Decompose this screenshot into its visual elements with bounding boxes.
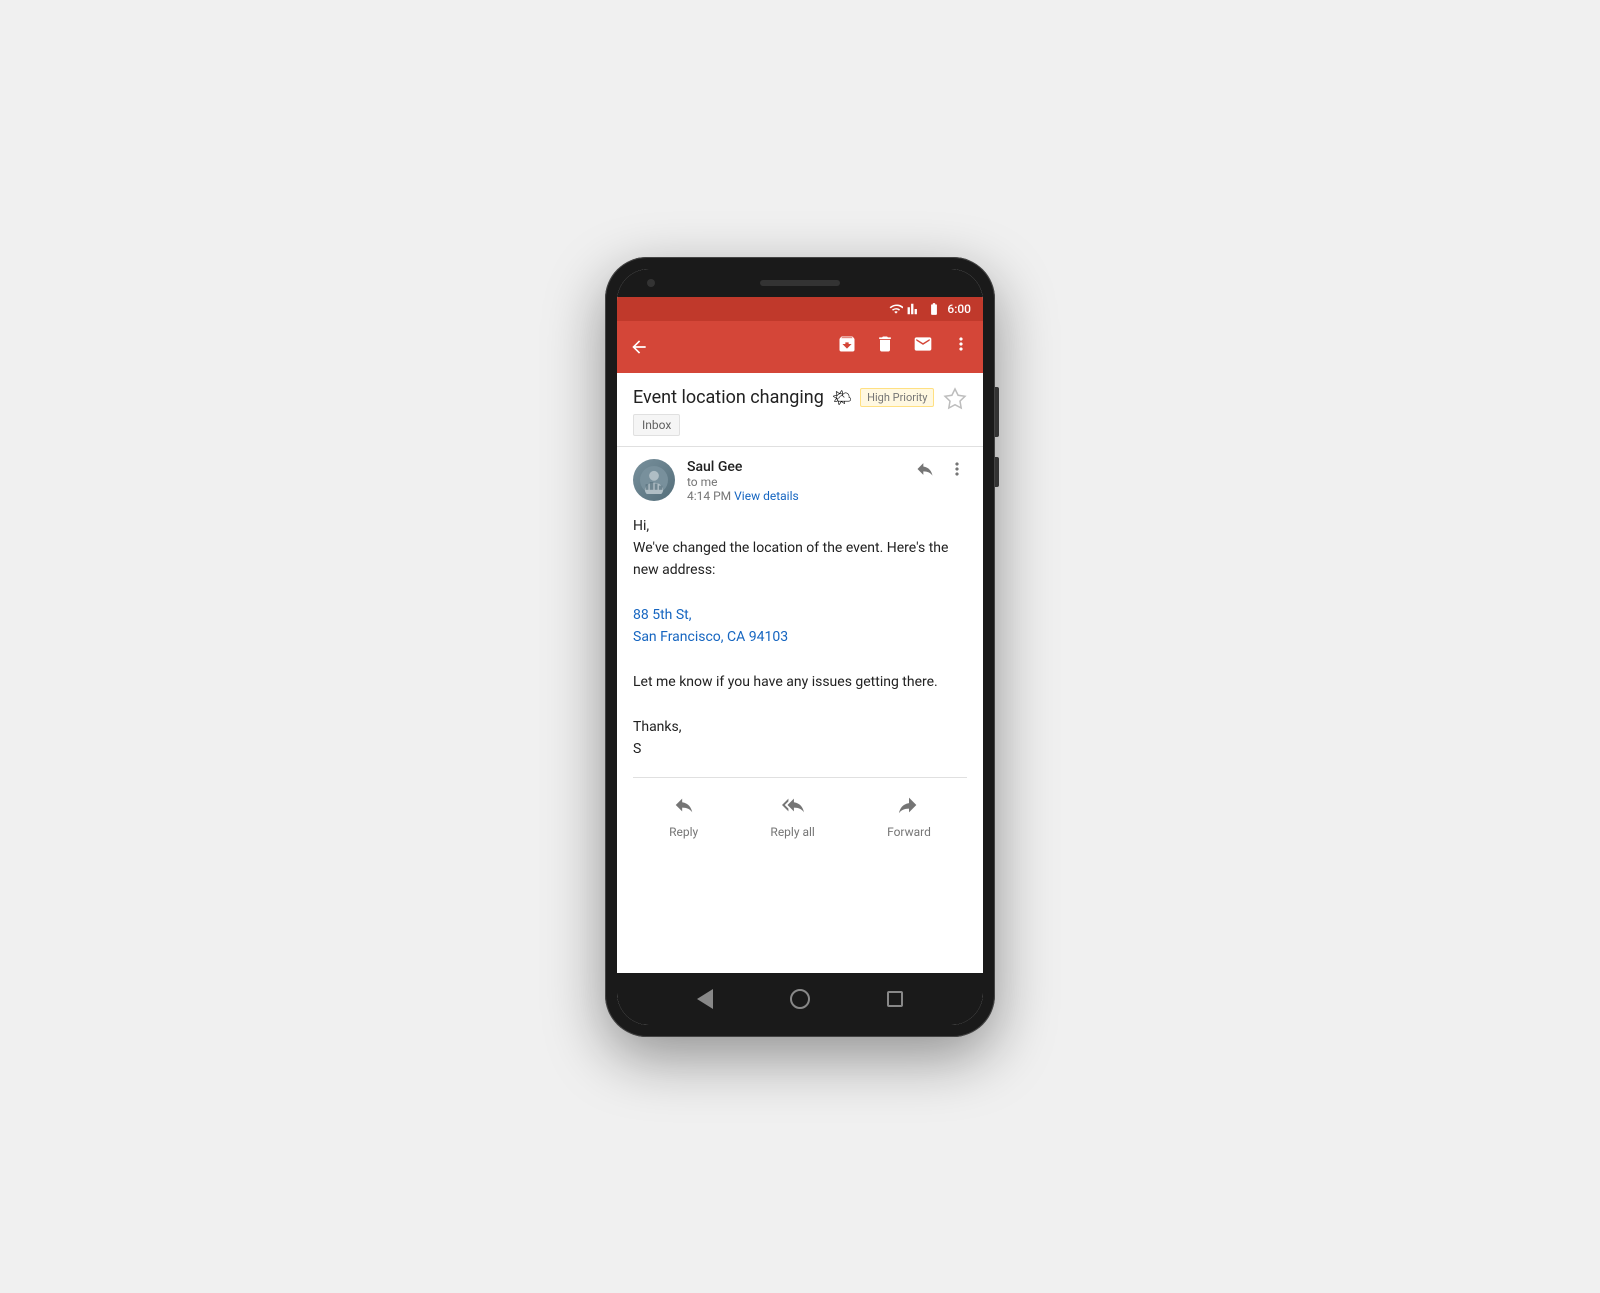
status-icons: 6:00 [889, 302, 971, 316]
sender-name: Saul Gee [687, 459, 903, 475]
phone-screen: 6:00 [617, 269, 983, 1025]
message-more-button[interactable] [947, 459, 967, 484]
reply-label: Reply [669, 825, 698, 839]
home-nav-icon [790, 989, 810, 1009]
battery-icon [925, 302, 943, 316]
email-title-area: Event location changing 🌤 High Priority … [633, 387, 943, 436]
view-details-link[interactable]: View details [734, 489, 799, 503]
inbox-badge: Inbox [633, 414, 680, 436]
message-header: Saul Gee to me 4:14 PM View details [633, 459, 967, 503]
phone-device: 6:00 [605, 257, 995, 1037]
phone-top-bar [617, 269, 983, 297]
camera-dot [647, 279, 655, 287]
email-subject: Event location changing [633, 387, 824, 408]
action-buttons: Reply Reply all [633, 778, 967, 859]
signal-icon [907, 302, 921, 316]
recents-nav-icon [887, 991, 903, 1007]
sender-to: to me [687, 475, 903, 489]
sender-info: Saul Gee to me 4:14 PM View details [687, 459, 903, 503]
address-line1[interactable]: 88 5th St, [633, 604, 967, 626]
reply-all-label: Reply all [770, 825, 814, 839]
forward-label: Forward [887, 825, 931, 839]
reply-all-button[interactable]: Reply all [754, 786, 830, 847]
email-body: Hi, We've changed the location of the ev… [633, 503, 967, 769]
high-priority-badge: High Priority [860, 388, 934, 407]
status-bar: 6:00 [617, 297, 983, 321]
forward-icon [898, 794, 920, 821]
sender-avatar [633, 459, 675, 501]
more-options-button[interactable] [951, 334, 971, 359]
body-intro: We've changed the location of the event.… [633, 537, 967, 582]
email-content: Event location changing 🌤 High Priority … [617, 373, 983, 973]
app-bar [617, 321, 983, 373]
home-nav-button[interactable] [784, 983, 816, 1015]
delete-button[interactable] [875, 334, 895, 359]
back-nav-button[interactable] [689, 983, 721, 1015]
address-line2[interactable]: San Francisco, CA 94103 [633, 626, 967, 648]
back-nav-icon [697, 989, 713, 1009]
message-card: Saul Gee to me 4:14 PM View details [617, 447, 983, 871]
subject-emoji: 🌤 [832, 388, 852, 407]
body-signature: S [633, 738, 967, 760]
recents-nav-button[interactable] [879, 983, 911, 1015]
email-header: Event location changing 🌤 High Priority … [617, 373, 983, 446]
body-thanks: Thanks, [633, 716, 967, 738]
mark-unread-button[interactable] [913, 334, 933, 359]
back-button[interactable] [629, 337, 649, 357]
quick-reply-button[interactable] [915, 459, 935, 484]
wifi-icon [889, 302, 903, 316]
status-time: 6:00 [947, 302, 971, 316]
speaker-grille [760, 280, 840, 286]
volume-button[interactable] [995, 387, 999, 437]
reply-button[interactable]: Reply [653, 786, 714, 847]
body-greeting: Hi, [633, 515, 967, 537]
reply-icon [673, 794, 695, 821]
archive-button[interactable] [837, 334, 857, 359]
sender-time: 4:14 PM View details [687, 489, 903, 503]
email-subject-row: Event location changing 🌤 High Priority [633, 387, 943, 408]
bottom-nav [617, 973, 983, 1025]
forward-button[interactable]: Forward [871, 786, 947, 847]
body-closing-1: Let me know if you have any issues getti… [633, 671, 967, 693]
power-button[interactable] [995, 457, 999, 487]
app-bar-icons [837, 334, 971, 359]
reply-all-icon [782, 794, 804, 821]
message-header-actions [915, 459, 967, 484]
star-button[interactable] [943, 387, 967, 417]
